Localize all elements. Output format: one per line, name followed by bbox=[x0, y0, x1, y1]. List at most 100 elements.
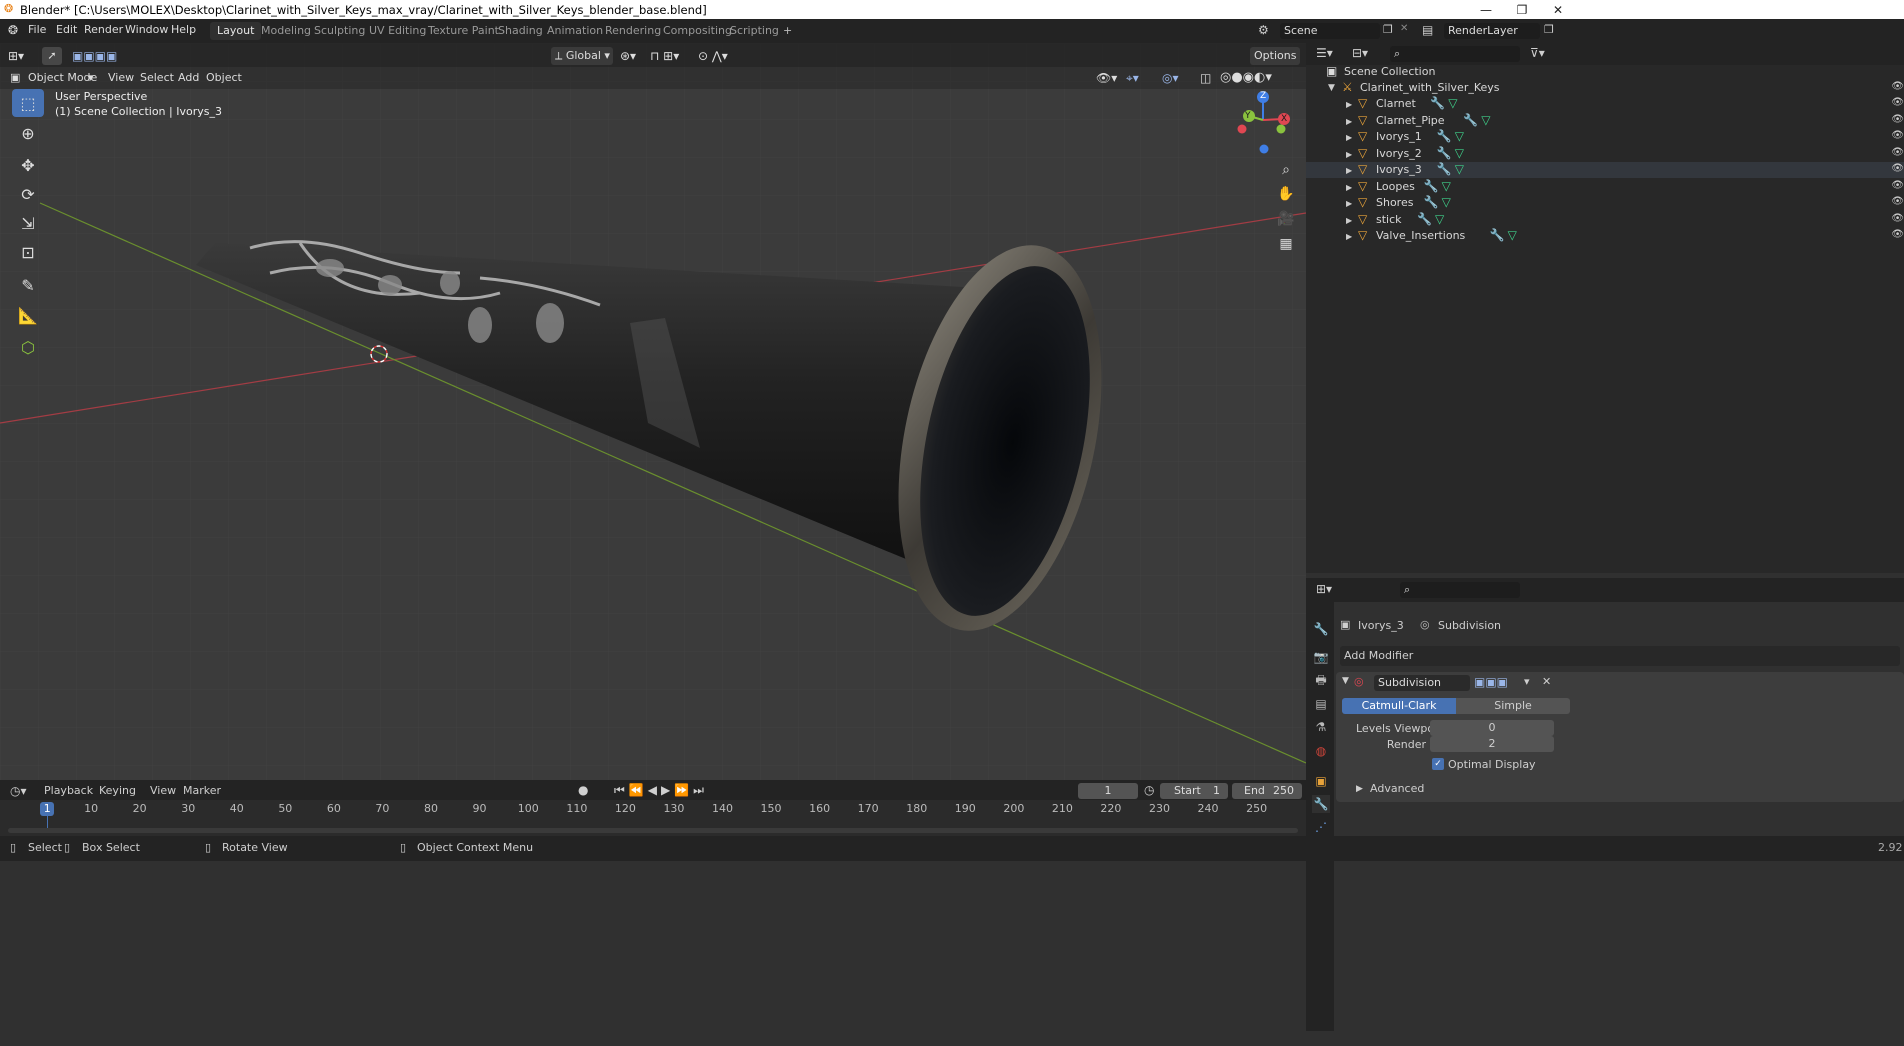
collapse-arrow-icon[interactable]: ▼ bbox=[1342, 676, 1349, 686]
outliner-row-object[interactable]: ▶ ▽ Clarnet 🔧 ▽ 👁 bbox=[1306, 96, 1904, 112]
outliner-row-object[interactable]: ▶ ▽ stick 🔧 ▽ 👁 bbox=[1306, 212, 1904, 228]
add-modifier-button[interactable]: Add Modifier bbox=[1340, 646, 1900, 666]
maximize-button[interactable]: ❐ bbox=[1502, 0, 1542, 19]
shading-modes-icons[interactable]: ◎●◉◐▾ bbox=[1220, 69, 1272, 87]
visibility-eye-icon[interactable]: 👁 bbox=[1891, 180, 1904, 191]
mesh-data-icon[interactable]: ▽ bbox=[1448, 96, 1457, 110]
outliner-row-collection[interactable]: ▼ ⚔ Clarinet_with_Silver_Keys 👁 bbox=[1306, 80, 1904, 96]
menu-edit[interactable]: Edit bbox=[56, 23, 77, 36]
transform-orientation[interactable]: ⟂ Global ▾ bbox=[551, 47, 613, 65]
mesh-data-icon[interactable]: ▽ bbox=[1455, 129, 1464, 143]
outliner-row-object[interactable]: ▶ ▽ Ivorys_3 🔧 ▽ 👁 bbox=[1306, 162, 1904, 178]
outliner-row-scene-collection[interactable]: ▣ Scene Collection bbox=[1306, 64, 1904, 80]
render-levels-field[interactable]: 2 bbox=[1430, 736, 1554, 752]
filter-icon[interactable]: ⊽▾ bbox=[1530, 46, 1545, 60]
menu-file[interactable]: File bbox=[28, 23, 46, 36]
expand-arrow-icon[interactable]: ▶ bbox=[1346, 133, 1352, 142]
visibility-eye-icon[interactable]: 👁 bbox=[1891, 163, 1904, 174]
menu-keying[interactable]: Keying bbox=[99, 784, 136, 797]
world-tab-icon[interactable]: ◍ bbox=[1312, 742, 1330, 760]
blender-menu-icon[interactable]: ❂ bbox=[8, 23, 18, 37]
mesh-data-icon[interactable]: ▽ bbox=[1442, 179, 1451, 193]
record-icon[interactable]: ● bbox=[578, 783, 588, 797]
outliner-row-object[interactable]: ▶ ▽ Ivorys_1 🔧 ▽ 👁 bbox=[1306, 129, 1904, 145]
expand-arrow-icon[interactable]: ▶ bbox=[1346, 100, 1352, 109]
modifier-wrench-icon[interactable]: 🔧 bbox=[1437, 129, 1452, 143]
optimal-display-checkbox[interactable]: ✓ bbox=[1432, 758, 1444, 770]
visibility-eye-icon[interactable]: 👁 bbox=[1891, 81, 1904, 92]
options-button[interactable]: Options bbox=[1250, 47, 1300, 65]
outliner-row-object[interactable]: ▶ ▽ Loopes 🔧 ▽ 👁 bbox=[1306, 179, 1904, 195]
modifier-wrench-icon[interactable]: 🔧 bbox=[1424, 195, 1439, 209]
expand-arrow-icon[interactable]: ▶ bbox=[1346, 166, 1352, 175]
modifier-wrench-icon[interactable]: 🔧 bbox=[1417, 212, 1432, 226]
menu-add[interactable]: Add bbox=[178, 69, 199, 87]
modifier-name-input[interactable]: Subdivision bbox=[1374, 675, 1470, 691]
menu-help[interactable]: Help bbox=[171, 23, 196, 36]
overlays-icon[interactable]: ◎▾ bbox=[1162, 69, 1179, 87]
menu-view[interactable]: View bbox=[108, 69, 134, 87]
properties-search-input[interactable]: ⌕ bbox=[1400, 582, 1520, 598]
tool-select-box-icon[interactable]: ⬚ bbox=[12, 89, 44, 117]
visibility-eye-icon[interactable]: 👁 bbox=[1891, 97, 1904, 108]
visibility-eye-icon[interactable]: 👁 bbox=[1891, 114, 1904, 125]
catmull-clark-button[interactable]: Catmull-Clark bbox=[1342, 698, 1456, 714]
minimize-button[interactable]: — bbox=[1466, 0, 1506, 19]
expand-arrow-icon[interactable]: ▶ bbox=[1346, 232, 1352, 241]
start-frame-field[interactable]: Start 1 bbox=[1160, 783, 1228, 799]
viewport-3d[interactable]: Z Y X ⊞▾ ➚ ▣▣▣▣ ⟂ Global ▾ ⊛▾ ⊓ ⊞▾ ⊙ ⋀▾ … bbox=[0, 43, 1306, 780]
proportional-edit-icon[interactable]: ⊙ ⋀▾ bbox=[698, 47, 728, 65]
outliner-row-object[interactable]: ▶ ▽ Shores 🔧 ▽ 👁 bbox=[1306, 195, 1904, 211]
mesh-data-icon[interactable]: ▽ bbox=[1481, 113, 1490, 127]
tool-transform-icon[interactable]: ⊡ bbox=[12, 238, 44, 266]
mode-selector[interactable]: Object Mode bbox=[28, 69, 97, 87]
visibility-eye-icon[interactable]: 👁 bbox=[1891, 130, 1904, 141]
select-tool-icon[interactable]: ➚ bbox=[42, 47, 62, 65]
tool-annotate-icon[interactable]: ✎ bbox=[12, 271, 44, 299]
editor-type-icon[interactable]: ⊞▾ bbox=[8, 47, 24, 65]
display-mode-icon[interactable]: ⊟▾ bbox=[1352, 46, 1368, 60]
particles-tab-icon[interactable]: ⋰ bbox=[1312, 818, 1330, 836]
menu-object[interactable]: Object bbox=[206, 69, 242, 87]
end-frame-field[interactable]: End 250 bbox=[1232, 783, 1302, 799]
visibility-eye-icon[interactable]: 👁 bbox=[1891, 196, 1904, 207]
outliner-row-object[interactable]: ▶ ▽ Clarnet_Pipe 🔧 ▽ 👁 bbox=[1306, 113, 1904, 129]
render-layer-selector[interactable]: RenderLayer bbox=[1444, 23, 1540, 39]
render-tab-icon[interactable]: 📷 bbox=[1312, 648, 1330, 666]
tool-tab-icon[interactable]: 🔧 bbox=[1312, 620, 1330, 638]
zoom-icon[interactable]: ⌕ bbox=[1275, 159, 1297, 181]
modifier-wrench-icon[interactable]: 🔧 bbox=[1437, 146, 1452, 160]
timeline-scrollbar[interactable] bbox=[8, 828, 1298, 833]
expand-arrow-icon[interactable]: ▶ bbox=[1346, 216, 1352, 225]
modifier-wrench-icon[interactable]: 🔧 bbox=[1463, 113, 1478, 127]
visibility-eye-icon[interactable]: 👁 bbox=[1891, 229, 1904, 240]
modifier-tab-icon[interactable]: 🔧 bbox=[1312, 795, 1330, 813]
mesh-data-icon[interactable]: ▽ bbox=[1435, 212, 1444, 226]
modifier-wrench-icon[interactable]: 🔧 bbox=[1437, 162, 1452, 176]
snap-icon[interactable]: ⊓ ⊞▾ bbox=[650, 47, 679, 65]
pan-hand-icon[interactable]: ✋ bbox=[1275, 183, 1297, 205]
visibility-eye-icon[interactable]: 👁 bbox=[1891, 147, 1904, 158]
expand-arrow-icon[interactable]: ▶ bbox=[1346, 150, 1352, 159]
current-frame-field[interactable]: 1 bbox=[1078, 783, 1138, 799]
mode-dropdown-icon[interactable]: ▾ bbox=[88, 69, 94, 87]
outliner-search-input[interactable]: ⌕ bbox=[1390, 46, 1520, 62]
xray-icon[interactable]: ◫ bbox=[1200, 69, 1211, 87]
modifier-toggle-icons[interactable]: ▣▣▣ bbox=[1474, 675, 1508, 689]
preview-range-icon[interactable]: ◷ bbox=[1144, 783, 1154, 797]
advanced-arrow-icon[interactable]: ▶ bbox=[1356, 784, 1363, 794]
mesh-data-icon[interactable]: ▽ bbox=[1508, 228, 1517, 242]
advanced-panel-label[interactable]: Advanced bbox=[1370, 782, 1424, 795]
new-scene-icon[interactable]: ❐ bbox=[1383, 23, 1393, 36]
tool-add-cube-icon[interactable]: ⬡ bbox=[12, 333, 44, 361]
menu-marker[interactable]: Marker bbox=[183, 784, 221, 797]
tool-move-icon[interactable]: ✥ bbox=[12, 151, 44, 179]
modifier-menu-icon[interactable]: ▾ bbox=[1524, 675, 1530, 688]
view-layer-tab-icon[interactable]: ▤ bbox=[1312, 695, 1330, 713]
tool-rotate-icon[interactable]: ⟳ bbox=[12, 180, 44, 208]
properties-editor-icon[interactable]: ⊞▾ bbox=[1316, 582, 1332, 596]
mesh-data-icon[interactable]: ▽ bbox=[1442, 195, 1451, 209]
playback-controls-icons[interactable]: ⏮⏪◀▶⏩⏭ bbox=[614, 783, 708, 798]
scene-tab-icon[interactable]: ⚗ bbox=[1312, 718, 1330, 736]
menu-timeline-view[interactable]: View bbox=[150, 784, 176, 797]
